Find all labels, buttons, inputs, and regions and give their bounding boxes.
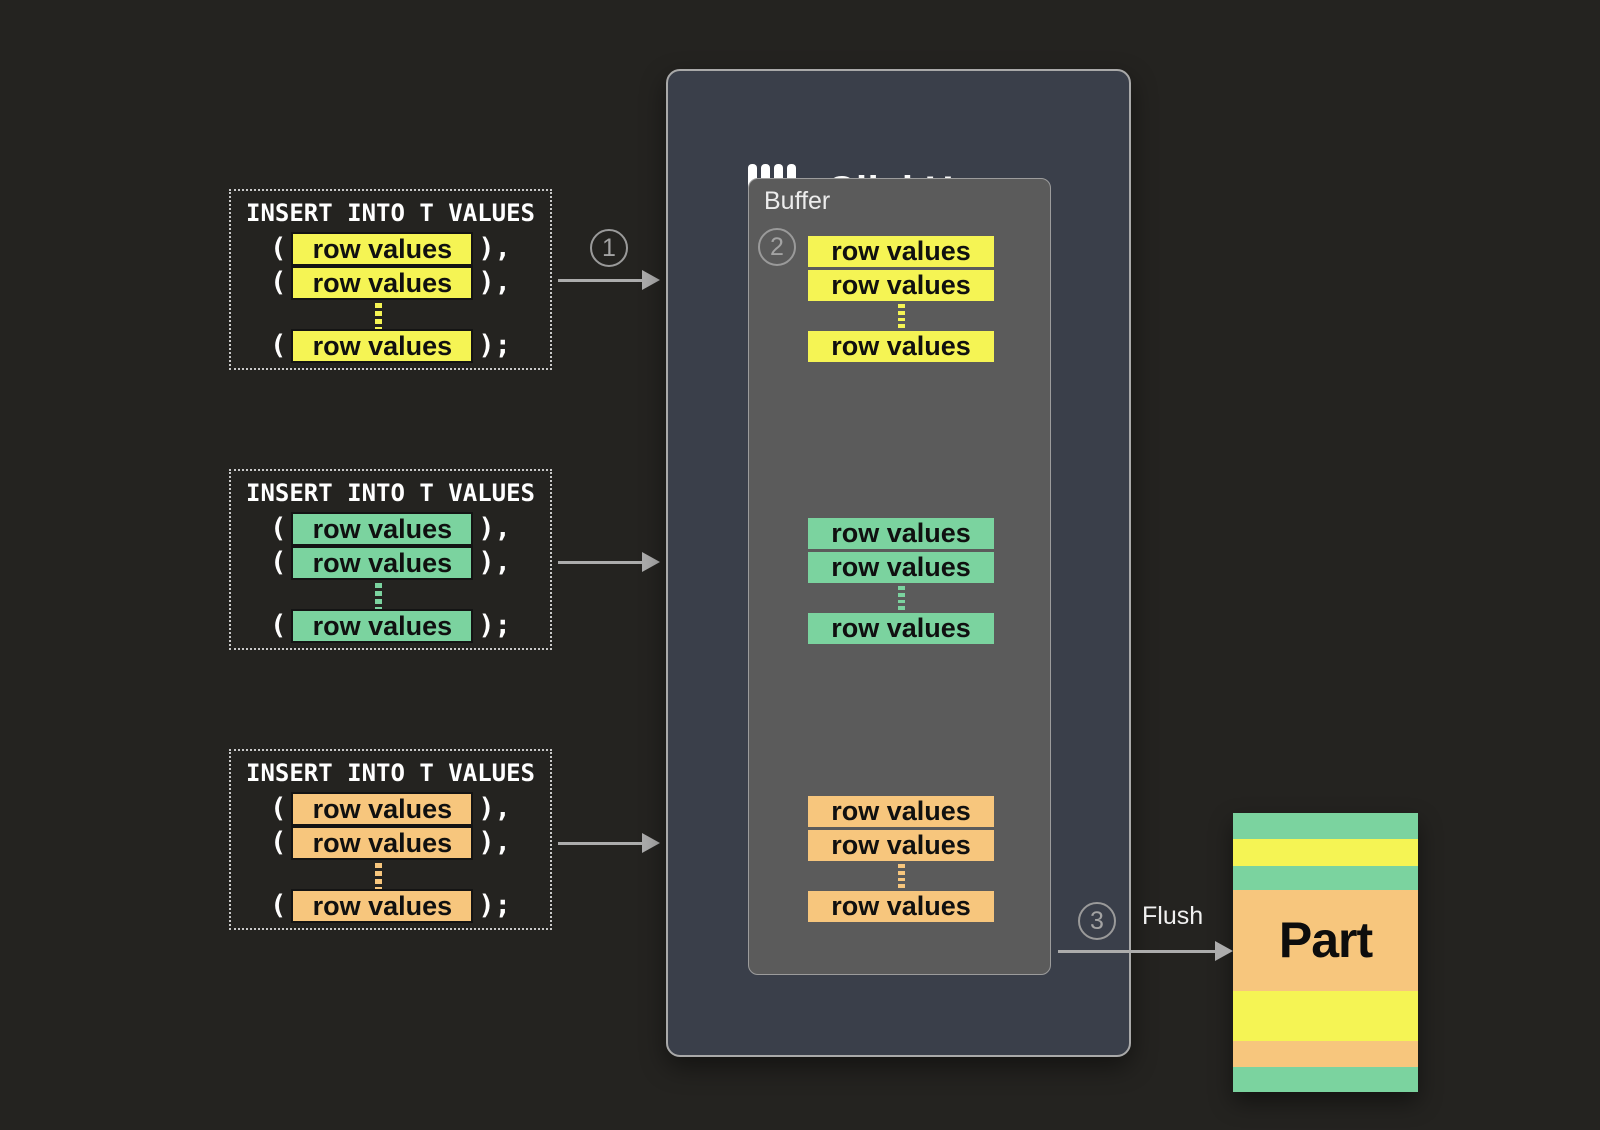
step-badge-3: 3 [1078, 902, 1116, 940]
insert-query-block-2: INSERT INTO T VALUES ( row values ), ( r… [229, 469, 552, 650]
paren-close: ), [478, 794, 511, 824]
buffer-group-yellow: row values row values row values [808, 236, 994, 362]
diagram-canvas: INSERT INTO T VALUES ( row values ), ( r… [0, 0, 1600, 1130]
buffer-panel: Buffer row values row values row values … [748, 178, 1051, 975]
part-stripe [1233, 813, 1418, 839]
part-stripe [1233, 866, 1418, 890]
insert-arrow-icon-3 [558, 833, 660, 853]
part-stripe [1233, 1041, 1418, 1067]
paren-close: ), [478, 548, 511, 578]
row-values-chip: row values [291, 826, 473, 860]
ellipsis-dots-icon [219, 863, 538, 892]
insert-arrow-icon-1 [558, 270, 660, 290]
row-values-chip: row values [291, 889, 473, 923]
row-values-chip: row values [808, 270, 994, 301]
paren-open: ( [270, 794, 286, 824]
insert-title: INSERT INTO T VALUES [231, 479, 550, 507]
insert-query-block-3: INSERT INTO T VALUES ( row values ), ( r… [229, 749, 552, 930]
part-stripe [1233, 1067, 1418, 1092]
row-values-chip: row values [291, 546, 473, 580]
part-stripe: Part [1233, 890, 1418, 991]
paren-close: ); [478, 611, 511, 641]
paren-open: ( [270, 514, 286, 544]
row-values-chip: row values [291, 232, 473, 266]
row-values-chip: row values [808, 552, 994, 583]
insert-arrow-icon-2 [558, 552, 660, 572]
ellipsis-dots-icon [808, 864, 994, 888]
row-values-chip: row values [808, 796, 994, 827]
paren-close: ); [478, 891, 511, 921]
row-values-chip: row values [808, 891, 994, 922]
paren-open: ( [270, 891, 286, 921]
step-badge-1: 1 [590, 229, 628, 267]
flush-label: Flush [1142, 902, 1203, 931]
paren-open: ( [270, 548, 286, 578]
row-values-chip: row values [808, 613, 994, 644]
row-values-chip: row values [808, 236, 994, 267]
row-values-chip: row values [291, 792, 473, 826]
paren-close: ), [478, 234, 511, 264]
row-values-chip: row values [291, 329, 473, 363]
ellipsis-dots-icon [808, 586, 994, 610]
paren-close: ), [478, 828, 511, 858]
part-stripe [1233, 839, 1418, 865]
ellipsis-dots-icon [219, 303, 538, 332]
part-stripe [1233, 991, 1418, 1041]
row-values-chip: row values [808, 518, 994, 549]
insert-query-block-1: INSERT INTO T VALUES ( row values ), ( r… [229, 189, 552, 370]
paren-close: ), [478, 514, 511, 544]
ellipsis-dots-icon [219, 583, 538, 612]
row-values-chip: row values [808, 331, 994, 362]
buffer-label: Buffer [764, 187, 830, 216]
insert-title: INSERT INTO T VALUES [231, 199, 550, 227]
buffer-group-green: row values row values row values [808, 518, 994, 644]
paren-close: ), [478, 268, 511, 298]
flush-arrow-icon [1058, 941, 1233, 961]
paren-open: ( [270, 611, 286, 641]
paren-open: ( [270, 234, 286, 264]
buffer-group-orange: row values row values row values [808, 796, 994, 922]
part-box: Part [1233, 813, 1418, 1092]
paren-open: ( [270, 268, 286, 298]
insert-title: INSERT INTO T VALUES [231, 759, 550, 787]
part-label: Part [1279, 915, 1372, 965]
paren-close: ); [478, 331, 511, 361]
row-values-chip: row values [291, 266, 473, 300]
row-values-chip: row values [291, 609, 473, 643]
step-badge-2: 2 [758, 228, 796, 266]
row-values-chip: row values [808, 830, 994, 861]
ellipsis-dots-icon [808, 304, 994, 328]
row-values-chip: row values [291, 512, 473, 546]
clickhouse-box: ClickHouse Buffer row values row values … [666, 69, 1131, 1057]
paren-open: ( [270, 828, 286, 858]
paren-open: ( [270, 331, 286, 361]
